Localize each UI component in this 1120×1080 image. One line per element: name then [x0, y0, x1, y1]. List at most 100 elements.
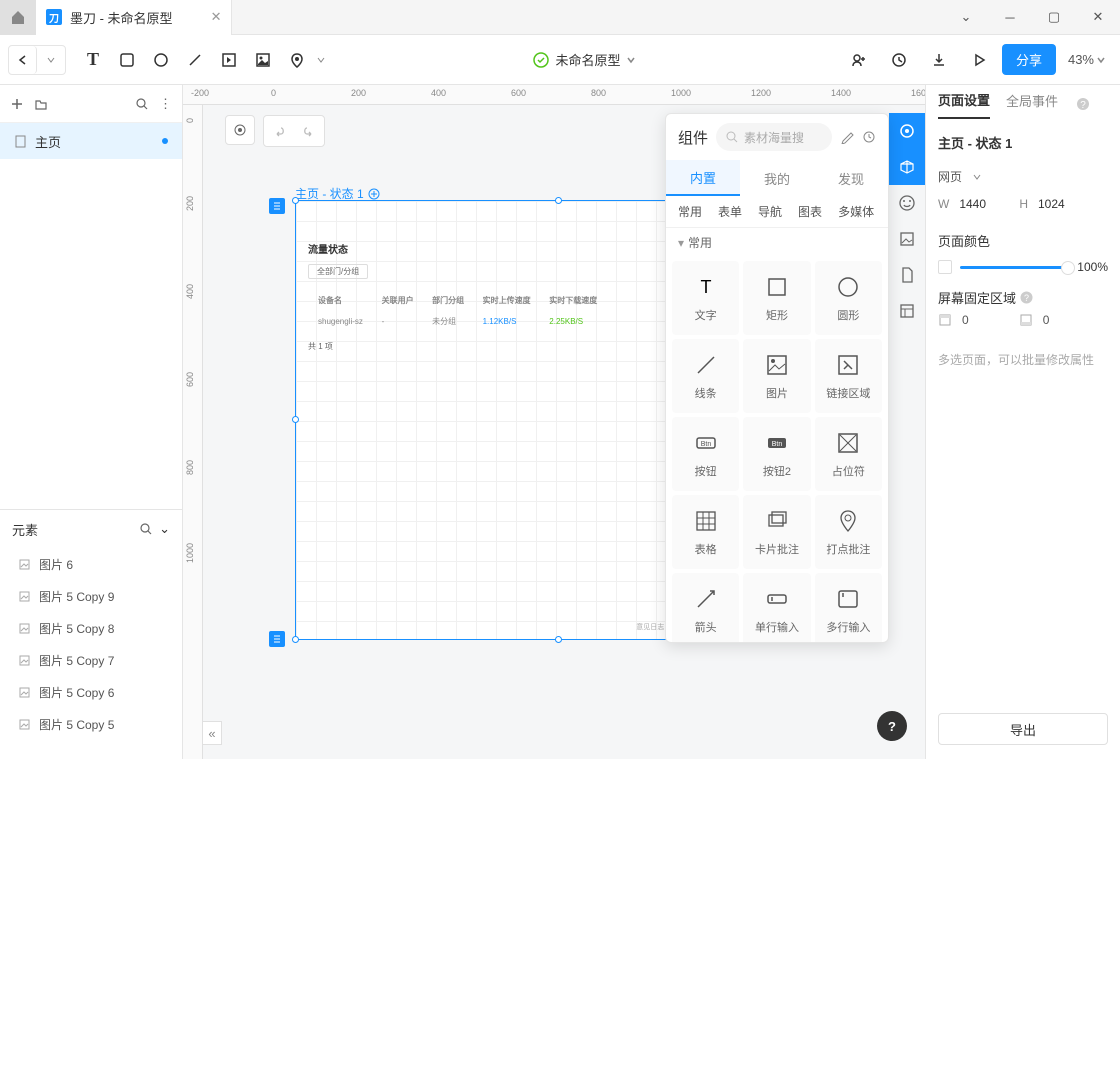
- cube-tab-icon[interactable]: [889, 149, 925, 185]
- component-cell[interactable]: 线条: [672, 339, 739, 413]
- help-icon[interactable]: ?: [1020, 291, 1033, 304]
- element-item[interactable]: 图片 6: [0, 548, 182, 580]
- page-type-select[interactable]: 网页: [938, 168, 1108, 185]
- sync-status-icon: [533, 52, 549, 68]
- multi-select-note: 多选页面，可以批量修改属性: [938, 351, 1108, 368]
- component-tab[interactable]: 发现: [814, 160, 888, 196]
- component-cell[interactable]: 打点批注: [815, 495, 882, 569]
- component-cell[interactable]: 圆形: [815, 261, 882, 335]
- document-name[interactable]: 未命名原型: [555, 50, 620, 69]
- element-item[interactable]: 图片 5 Copy 8: [0, 612, 182, 644]
- layout-tab-icon[interactable]: [889, 293, 925, 329]
- collaborator-icon[interactable]: [842, 43, 876, 77]
- component-tab[interactable]: 内置: [666, 160, 740, 196]
- element-item[interactable]: 图片 5 Copy 7: [0, 644, 182, 676]
- export-button[interactable]: 导出: [938, 713, 1108, 745]
- download-icon[interactable]: [922, 43, 956, 77]
- close-tab-icon[interactable]: ✕: [211, 9, 222, 25]
- target-button[interactable]: [225, 115, 255, 145]
- component-cell[interactable]: 链接区域: [815, 339, 882, 413]
- width-input[interactable]: [959, 197, 1009, 211]
- collapse-left-button[interactable]: «: [203, 721, 222, 745]
- history-comp-icon[interactable]: [862, 130, 876, 144]
- component-category[interactable]: 表单: [712, 201, 748, 222]
- edit-icon[interactable]: [840, 130, 854, 144]
- undo-button[interactable]: [264, 116, 294, 146]
- collapse-elements-icon[interactable]: ⌄: [159, 521, 170, 537]
- search-pages-icon[interactable]: [135, 97, 149, 111]
- artboard-tag-bottom[interactable]: [269, 631, 285, 647]
- component-tab[interactable]: 我的: [740, 160, 814, 196]
- component-icon: Btn: [763, 429, 791, 457]
- page-item[interactable]: 主页: [0, 123, 182, 159]
- search-elements-icon[interactable]: [139, 522, 153, 536]
- minimize-button[interactable]: ─: [988, 0, 1032, 35]
- circle-tool[interactable]: [144, 43, 178, 77]
- fixed-bottom-icon: [1019, 313, 1033, 327]
- zoom-control[interactable]: 43%: [1062, 52, 1112, 67]
- component-category[interactable]: 常用: [672, 201, 708, 222]
- component-cell[interactable]: 表格: [672, 495, 739, 569]
- close-window-button[interactable]: ✕: [1076, 0, 1120, 35]
- emoji-tab-icon[interactable]: [889, 185, 925, 221]
- components-tab-icon[interactable]: [889, 113, 925, 149]
- component-category[interactable]: 导航: [752, 201, 788, 222]
- widget-tool[interactable]: [212, 43, 246, 77]
- maximize-button[interactable]: ▢: [1032, 0, 1076, 35]
- line-tool[interactable]: [178, 43, 212, 77]
- component-category[interactable]: 图表: [792, 201, 828, 222]
- canvas-inner[interactable]: 主页 - 状态 1 流量状态 全部门/分组: [203, 105, 925, 759]
- pin-tool[interactable]: [280, 43, 314, 77]
- share-button[interactable]: 分享: [1002, 44, 1056, 75]
- back-menu-button[interactable]: [37, 46, 65, 74]
- component-search[interactable]: 素材海量搜: [716, 123, 832, 151]
- component-cell[interactable]: 多行输入: [815, 573, 882, 642]
- folder-icon[interactable]: [34, 97, 48, 111]
- component-cell[interactable]: Btn按钮: [672, 417, 739, 491]
- pin-menu-button[interactable]: [314, 43, 328, 77]
- history-icon[interactable]: [882, 43, 916, 77]
- rect-tool[interactable]: [110, 43, 144, 77]
- more-pages-icon[interactable]: ⋮: [159, 96, 172, 112]
- component-categories: 常用表单导航图表多媒体: [666, 196, 888, 228]
- opacity-slider[interactable]: [960, 266, 1069, 269]
- tab-page-settings[interactable]: 页面设置: [938, 90, 990, 119]
- component-cell[interactable]: 卡片批注: [743, 495, 810, 569]
- component-cell[interactable]: 图片: [743, 339, 810, 413]
- component-icon: [763, 351, 791, 379]
- component-cell[interactable]: 单行输入: [743, 573, 810, 642]
- component-cell[interactable]: 占位符: [815, 417, 882, 491]
- dropdown-icon[interactable]: ⌄: [944, 0, 988, 35]
- component-icon: [834, 351, 862, 379]
- element-item[interactable]: 图片 5 Copy 9: [0, 580, 182, 612]
- tool-iconbar: [889, 113, 925, 329]
- doc-tab-icon[interactable]: [889, 257, 925, 293]
- component-icon: [834, 585, 862, 613]
- play-icon[interactable]: [962, 43, 996, 77]
- component-category[interactable]: 多媒体: [832, 201, 880, 222]
- add-page-icon[interactable]: [10, 97, 24, 111]
- add-state-icon[interactable]: [368, 188, 380, 200]
- component-cell[interactable]: 箭头: [672, 573, 739, 642]
- component-cell[interactable]: T文字: [672, 261, 739, 335]
- element-item[interactable]: 图片 5 Copy 5: [0, 708, 182, 740]
- help-button[interactable]: ?: [877, 711, 907, 741]
- redo-button[interactable]: [294, 116, 324, 146]
- state-title: 主页 - 状态 1: [938, 123, 1108, 162]
- component-cell[interactable]: Btn按钮2: [743, 417, 810, 491]
- text-tool[interactable]: T: [76, 43, 110, 77]
- image-tab-icon[interactable]: [889, 221, 925, 257]
- chevron-down-icon[interactable]: [626, 55, 636, 65]
- image-tool[interactable]: [246, 43, 280, 77]
- artboard-tag-top[interactable]: [269, 198, 285, 214]
- tab-global-events[interactable]: 全局事件: [1006, 91, 1058, 118]
- height-input[interactable]: [1038, 197, 1088, 211]
- back-button[interactable]: [9, 46, 37, 74]
- element-item[interactable]: 图片 5 Copy 6: [0, 676, 182, 708]
- home-button[interactable]: [0, 0, 36, 35]
- document-tab[interactable]: 刀 墨刀 - 未命名原型 ✕: [36, 0, 232, 35]
- component-cell[interactable]: 矩形: [743, 261, 810, 335]
- help-icon[interactable]: ?: [1076, 97, 1090, 111]
- color-swatch[interactable]: [938, 260, 952, 274]
- page-icon: [14, 135, 27, 148]
